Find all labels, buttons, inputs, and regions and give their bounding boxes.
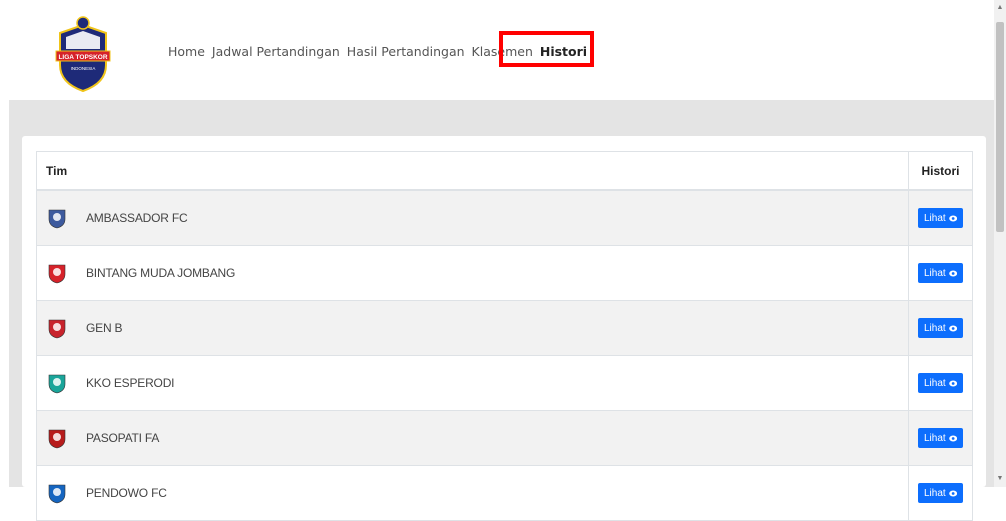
history-cell: Lihat <box>908 410 973 466</box>
eye-icon <box>948 215 957 221</box>
history-cell: Lihat <box>908 300 973 356</box>
button-label: Lihat <box>924 377 946 389</box>
team-name: PASOPATI FA <box>86 431 160 445</box>
history-cell: Lihat <box>908 355 973 411</box>
history-cell: Lihat <box>908 189 973 246</box>
team-cell: GEN B <box>36 300 909 356</box>
ambassador-logo-icon <box>48 209 66 229</box>
team-cell: PASOPATI FA <box>36 410 909 466</box>
team-cell: AMBASSADOR FC <box>36 189 909 246</box>
bintang-muda-logo-icon <box>48 264 66 284</box>
button-label: Lihat <box>924 322 946 334</box>
logo-text-bottom: INDONESIA <box>71 66 96 71</box>
nav-jadwal-pertandingan[interactable]: Jadwal Pertandingan <box>212 44 340 59</box>
team-name: PENDOWO FC <box>86 486 167 500</box>
team-cell: BINTANG MUDA JOMBANG <box>36 245 909 301</box>
table-row: BINTANG MUDA JOMBANG Lihat <box>36 245 973 301</box>
gen-b-logo-icon <box>48 319 66 339</box>
column-header-history: Histori <box>908 151 973 191</box>
team-info: PASOPATI FA <box>46 427 899 449</box>
view-history-button[interactable]: Lihat <box>918 428 963 448</box>
team-info: GEN B <box>46 317 899 339</box>
team-info: KKO ESPERODI <box>46 372 899 394</box>
top-navbar: LIGA TOPSKOR INDONESIA Home Jadwal Perta… <box>0 0 994 100</box>
scroll-down-icon[interactable]: ▼ <box>994 473 1006 485</box>
view-history-button[interactable]: Lihat <box>918 373 963 393</box>
team-info: BINTANG MUDA JOMBANG <box>46 262 899 284</box>
view-history-button[interactable]: Lihat <box>918 263 963 283</box>
history-cell: Lihat <box>908 465 973 521</box>
history-cell: Lihat <box>908 245 973 301</box>
nav-home[interactable]: Home <box>168 44 205 59</box>
team-cell: KKO ESPERODI <box>36 355 909 411</box>
eye-icon <box>948 380 957 386</box>
table-row: AMBASSADOR FC Lihat <box>36 189 973 246</box>
nav-histori[interactable]: Histori <box>540 44 587 59</box>
table-header-row: Tim Histori <box>36 151 973 191</box>
button-label: Lihat <box>924 267 946 279</box>
eye-icon <box>948 490 957 496</box>
team-info: PENDOWO FC <box>46 482 899 504</box>
eye-icon <box>948 270 957 276</box>
button-label: Lihat <box>924 212 946 224</box>
kko-esperodi-logo-icon <box>48 374 66 394</box>
view-history-button[interactable]: Lihat <box>918 483 963 503</box>
team-name: GEN B <box>86 321 123 335</box>
button-label: Lihat <box>924 487 946 499</box>
pasopati-logo-icon <box>48 429 66 449</box>
logo-text-top: LIGA TOPSKOR <box>58 54 107 61</box>
table-row: KKO ESPERODI Lihat <box>36 355 973 411</box>
scroll-up-icon[interactable]: ▲ <box>994 2 1006 14</box>
vertical-scrollbar[interactable]: ▲ ▼ <box>994 0 1006 487</box>
table-row: PASOPATI FA Lihat <box>36 410 973 466</box>
column-header-team: Tim <box>36 151 909 191</box>
button-label: Lihat <box>924 432 946 444</box>
nav-klasemen[interactable]: Klasemen <box>472 44 533 59</box>
team-info: AMBASSADOR FC <box>46 207 899 229</box>
team-name: AMBASSADOR FC <box>86 211 188 225</box>
view-history-button[interactable]: Lihat <box>918 318 963 338</box>
eye-icon <box>948 325 957 331</box>
nav-hasil-pertandingan[interactable]: Hasil Pertandingan <box>347 44 465 59</box>
table-row: PENDOWO FC Lihat <box>36 465 973 521</box>
pendowo-logo-icon <box>48 484 66 504</box>
eye-icon <box>948 435 957 441</box>
team-name: KKO ESPERODI <box>86 376 175 390</box>
table-row: GEN B Lihat <box>36 300 973 356</box>
view-history-button[interactable]: Lihat <box>918 208 963 228</box>
team-cell: PENDOWO FC <box>36 465 909 521</box>
liga-topskor-logo[interactable]: LIGA TOPSKOR INDONESIA <box>52 15 114 93</box>
team-history-table: Tim Histori AMBASSADOR FC Lihat BINTANG … <box>36 151 973 521</box>
team-name: BINTANG MUDA JOMBANG <box>86 266 236 280</box>
main-nav: Home Jadwal Pertandingan Hasil Pertandin… <box>168 44 594 59</box>
content-card: Tim Histori AMBASSADOR FC Lihat BINTANG … <box>22 136 986 521</box>
scroll-thumb[interactable] <box>996 22 1004 232</box>
